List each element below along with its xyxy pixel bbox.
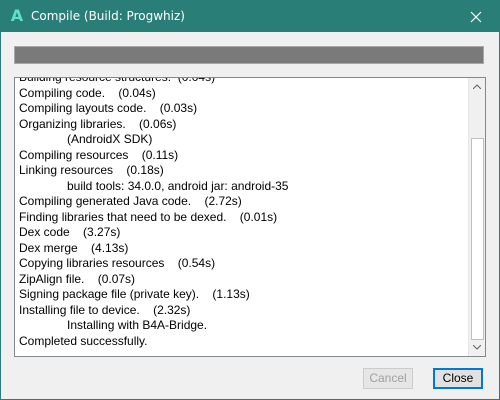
log-line: Signing package file (private key). (1.1… — [19, 287, 250, 301]
window-close-button[interactable] — [453, 1, 499, 32]
log-line: Copying libraries resources (0.54s) — [19, 256, 216, 270]
log-line: ZipAlign file. (0.07s) — [19, 271, 136, 286]
log-line: Dex merge (4.13s) — [19, 240, 129, 255]
compile-dialog: A Compile (Build: Progwhiz) Building res… — [0, 0, 500, 400]
log-line: (AndroidX SDK) — [67, 132, 153, 146]
log-line: Completed successfully. — [19, 333, 148, 348]
log-line: Compiling resources (0.11s) — [19, 147, 179, 162]
log-line: Installing file to device. (2.32s) — [19, 302, 191, 317]
scroll-down-button[interactable] — [469, 339, 485, 356]
chevron-up-icon — [473, 84, 481, 89]
title-bar[interactable]: A Compile (Build: Progwhiz) — [1, 1, 499, 32]
scrollbar-thumb[interactable] — [471, 138, 484, 340]
b4a-app-icon: A — [10, 6, 24, 25]
log-line: Dex code (3.27s) — [19, 225, 121, 239]
log-line: Finding libraries that need to be dexed.… — [19, 209, 278, 224]
log-line: Compiling generated Java code. (2.72s) — [19, 194, 242, 208]
window-title: Compile (Build: Progwhiz) — [31, 9, 185, 23]
compile-log[interactable]: Building resource structures. (0.04s) Com… — [14, 77, 486, 357]
close-button[interactable]: Close — [433, 368, 483, 389]
log-line: Building resource structures. (0.04s) — [19, 77, 216, 84]
chevron-down-icon — [473, 345, 481, 350]
cancel-button[interactable]: Cancel — [363, 368, 413, 389]
log-line: Installing with B4A-Bridge. — [67, 318, 208, 332]
vertical-scrollbar[interactable] — [468, 78, 485, 356]
scroll-up-button[interactable] — [469, 78, 485, 95]
compile-progress-bar — [14, 46, 484, 64]
log-line: build tools: 34.0.0, android jar: androi… — [67, 178, 289, 193]
log-line: Linking resources (0.18s) — [19, 163, 164, 177]
close-icon — [470, 11, 482, 22]
log-line: Compiling layouts code. (0.03s) — [19, 101, 198, 115]
log-line: Compiling code. (0.04s) — [19, 85, 156, 100]
log-line: Organizing libraries. (0.06s) — [19, 116, 177, 131]
log-content: Building resource structures. (0.04s) Com… — [19, 77, 468, 349]
progress-fill — [15, 47, 483, 63]
